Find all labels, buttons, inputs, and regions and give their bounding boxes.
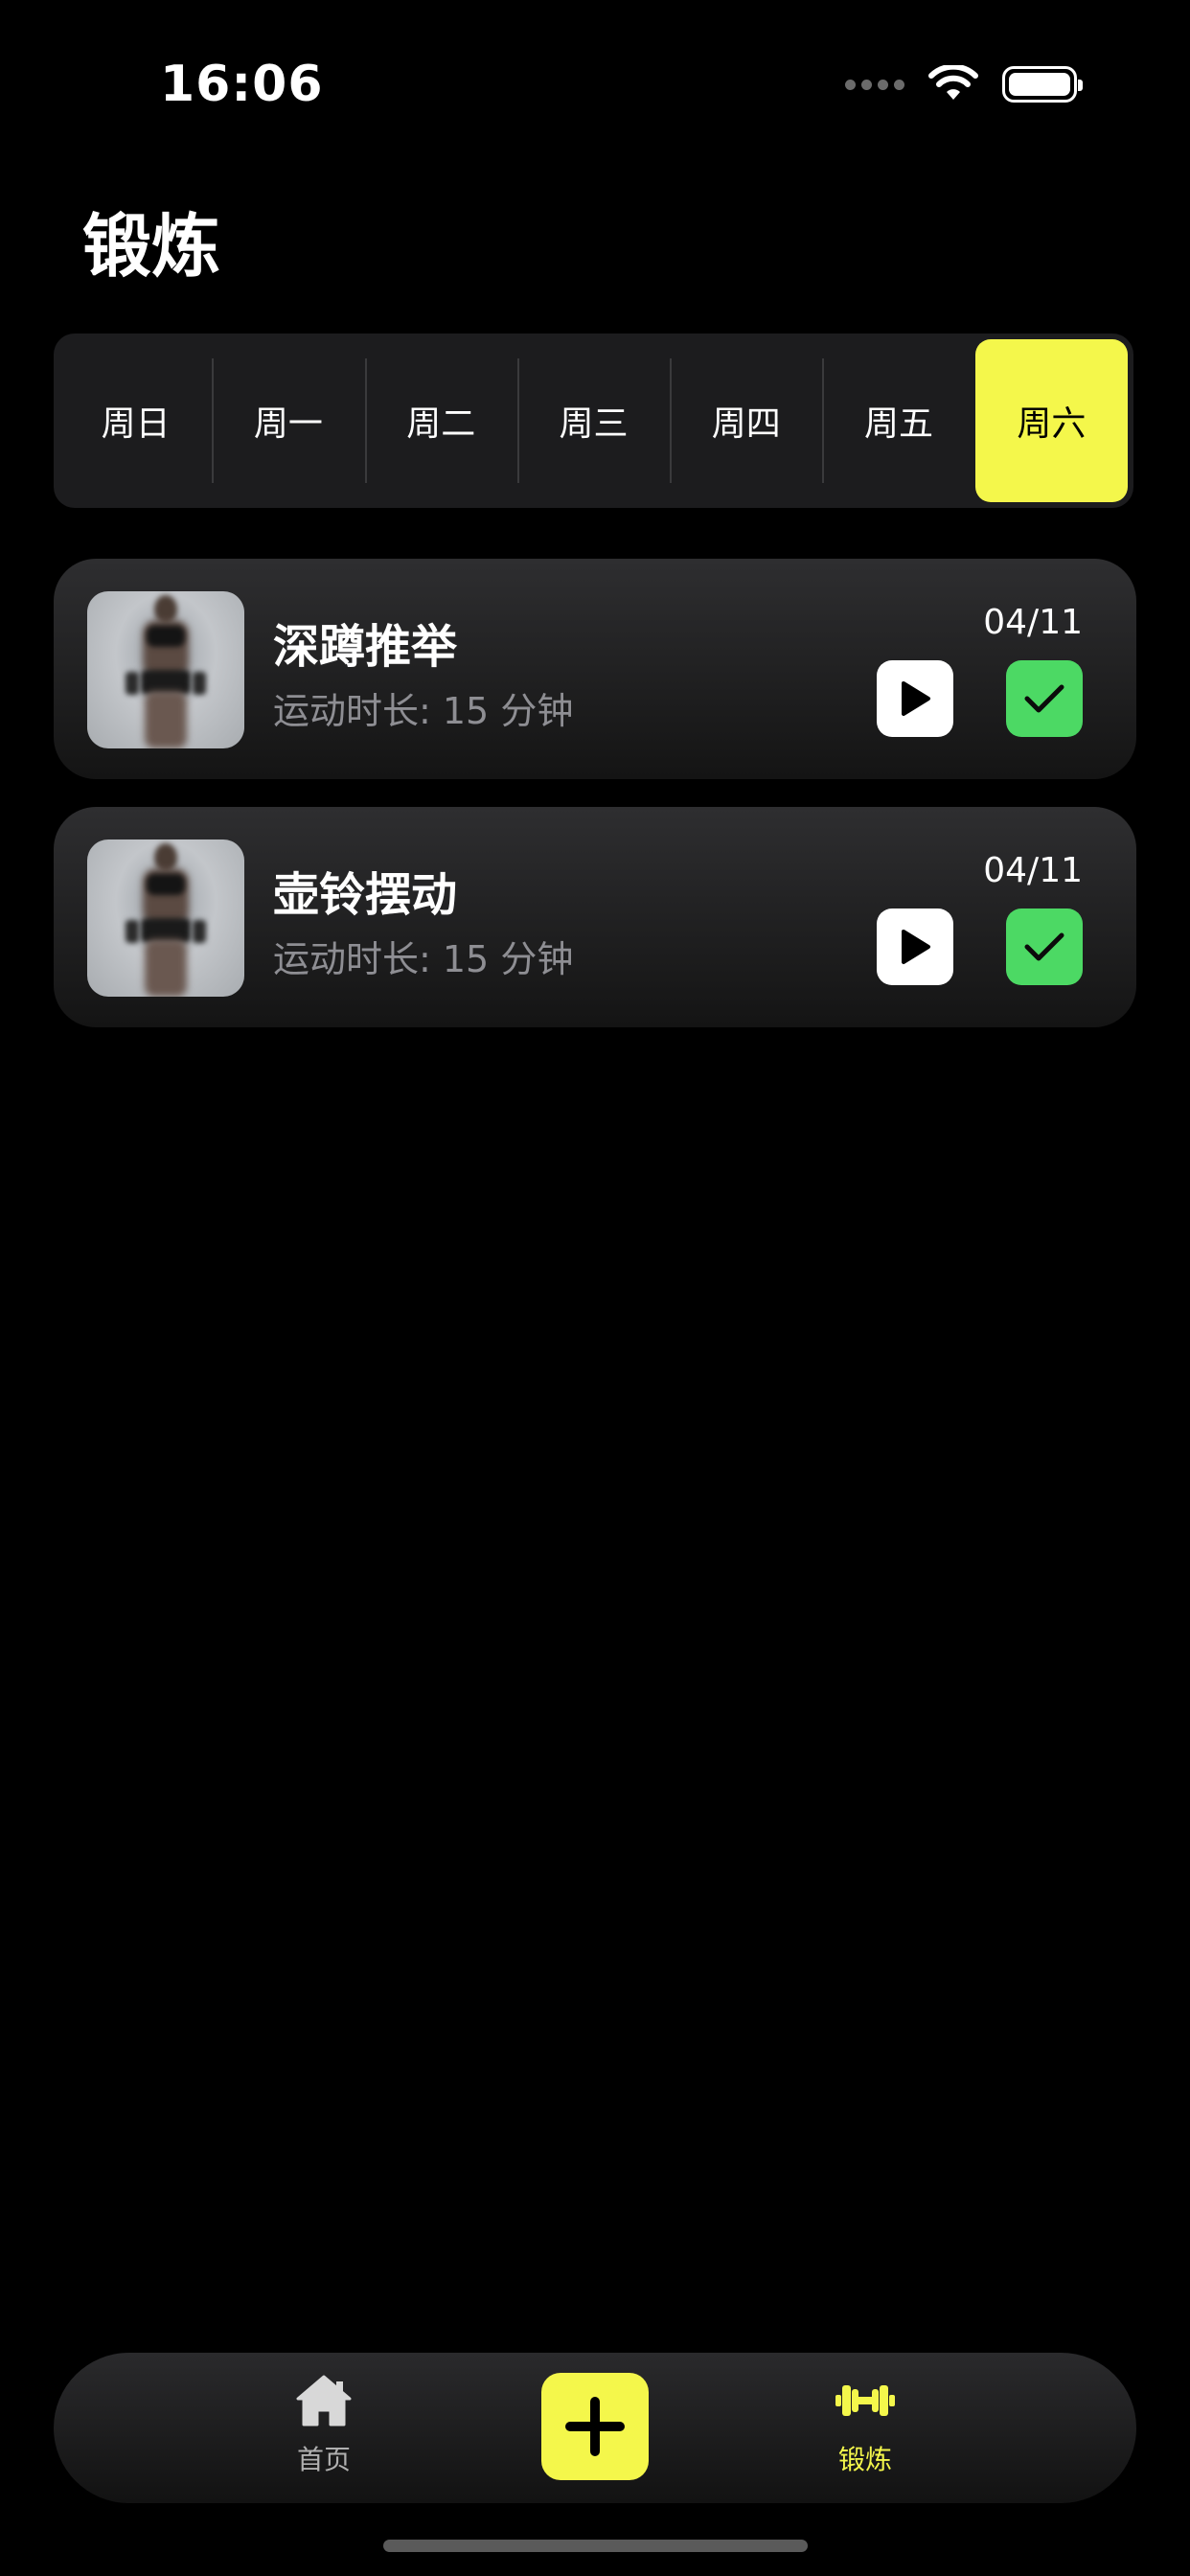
- status-icons: [845, 65, 1083, 104]
- wifi-icon: [928, 65, 978, 100]
- tab-home[interactable]: 首页: [257, 2374, 391, 2477]
- workout-card[interactable]: 深蹲推举 运动时长: 15 分钟 04/11: [54, 559, 1136, 779]
- workout-duration: 运动时长: 15 分钟: [273, 938, 574, 980]
- dumbbell-icon: [835, 2385, 895, 2416]
- tab-workout-label: 锻炼: [837, 2444, 892, 2475]
- workout-name: 深蹲推举: [273, 620, 458, 674]
- day-tab-thursday[interactable]: 周四: [670, 339, 822, 502]
- workout-date: 04/11: [983, 851, 1083, 890]
- status-time: 16:06: [160, 56, 324, 113]
- day-tab-friday[interactable]: 周五: [822, 339, 974, 502]
- play-icon: [902, 930, 930, 964]
- day-tab-saturday[interactable]: 周六: [974, 339, 1128, 502]
- workout-thumbnail: [87, 591, 244, 748]
- day-tab-monday[interactable]: 周一: [212, 339, 364, 502]
- battery-icon: [1002, 66, 1083, 103]
- day-tab-sunday[interactable]: 周日: [59, 339, 212, 502]
- day-tab-wednesday[interactable]: 周三: [516, 339, 670, 502]
- workout-date: 04/11: [983, 603, 1083, 642]
- tab-workout[interactable]: 锻炼: [798, 2374, 932, 2477]
- cellular-signal-icon: [845, 79, 904, 90]
- tab-home-label: 首页: [296, 2444, 351, 2475]
- checkmark-icon: [1024, 684, 1064, 713]
- home-indicator[interactable]: [383, 2540, 808, 2552]
- tab-bar: 首页 锻炼: [54, 2353, 1136, 2503]
- checkmark-icon: [1024, 932, 1064, 961]
- play-button[interactable]: [877, 908, 953, 985]
- workout-thumbnail: [87, 840, 244, 997]
- workout-card[interactable]: 壶铃摆动 运动时长: 15 分钟 04/11: [54, 807, 1136, 1027]
- play-button[interactable]: [877, 660, 953, 737]
- workout-duration: 运动时长: 15 分钟: [273, 690, 574, 732]
- play-icon: [902, 681, 930, 716]
- day-selector: 周日 周一 周二 周三 周四 周五 周六: [54, 334, 1133, 508]
- page-title: 锻炼: [82, 206, 221, 287]
- day-tab-tuesday[interactable]: 周二: [364, 339, 517, 502]
- plus-icon: [565, 2397, 625, 2456]
- add-button[interactable]: [541, 2373, 649, 2480]
- complete-button[interactable]: [1006, 660, 1083, 737]
- workout-name: 壶铃摆动: [273, 868, 458, 922]
- home-icon: [296, 2375, 352, 2426]
- complete-button[interactable]: [1006, 908, 1083, 985]
